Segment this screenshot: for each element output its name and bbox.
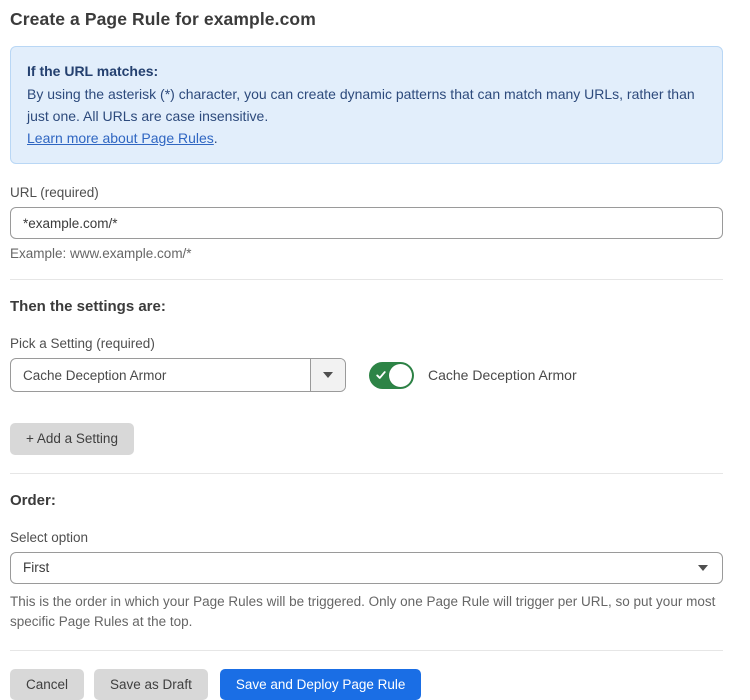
divider	[10, 279, 723, 280]
caret-down-icon	[323, 372, 333, 378]
url-field-label: URL (required)	[10, 185, 723, 200]
caret-down-icon	[698, 565, 708, 571]
setting-select-caret-button[interactable]	[310, 359, 345, 391]
footer-actions: Cancel Save as Draft Save and Deploy Pag…	[10, 669, 723, 700]
create-page-rule-panel: Create a Page Rule for example.com If th…	[10, 0, 723, 700]
order-section-heading: Order:	[10, 492, 723, 509]
url-match-info-box: If the URL matches: By using the asteris…	[10, 46, 723, 164]
cache-deception-armor-toggle[interactable]	[369, 362, 414, 389]
divider	[10, 650, 723, 651]
info-box-heading: If the URL matches:	[27, 60, 706, 82]
learn-more-link[interactable]: Learn more about Page Rules	[27, 130, 214, 146]
url-input[interactable]	[10, 207, 723, 239]
order-select-label: Select option	[10, 530, 723, 545]
check-icon	[376, 370, 386, 380]
setting-toggle-group: Cache Deception Armor	[369, 362, 577, 389]
link-suffix: .	[214, 130, 218, 146]
order-helper-text: This is the order in which your Page Rul…	[10, 592, 723, 632]
add-setting-button[interactable]: + Add a Setting	[10, 423, 134, 455]
toggle-knob	[389, 364, 412, 387]
save-as-draft-button[interactable]: Save as Draft	[94, 669, 208, 700]
pick-setting-label: Pick a Setting (required)	[10, 336, 723, 351]
order-select-value: First	[23, 560, 698, 575]
url-field-helper: Example: www.example.com/*	[10, 246, 723, 261]
setting-select[interactable]: Cache Deception Armor	[10, 358, 346, 392]
toggle-label: Cache Deception Armor	[428, 367, 577, 383]
order-select[interactable]: First	[10, 552, 723, 584]
info-box-link-line: Learn more about Page Rules.	[27, 127, 706, 149]
setting-row: Cache Deception Armor Cache Deception Ar…	[10, 358, 723, 392]
page-title: Create a Page Rule for example.com	[10, 9, 723, 30]
setting-select-value: Cache Deception Armor	[11, 359, 310, 391]
settings-section-heading: Then the settings are:	[10, 298, 723, 315]
cancel-button[interactable]: Cancel	[10, 669, 84, 700]
divider	[10, 473, 723, 474]
save-and-deploy-button[interactable]: Save and Deploy Page Rule	[220, 669, 422, 700]
info-box-body: By using the asterisk (*) character, you…	[27, 83, 706, 127]
